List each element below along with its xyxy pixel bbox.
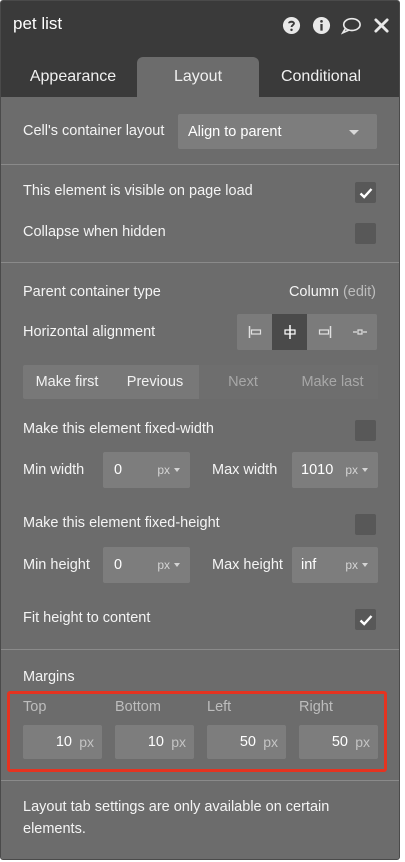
spread-button[interactable] bbox=[342, 314, 377, 350]
margins-highlight-box bbox=[7, 691, 387, 772]
fit-height-checkbox[interactable] bbox=[355, 609, 376, 630]
fixed-width-label: Make this element fixed-width bbox=[23, 421, 214, 437]
spread-icon bbox=[352, 329, 367, 335]
collapse-when-hidden-label: Collapse when hidden bbox=[23, 224, 166, 240]
parent-container-label: Parent container type bbox=[23, 284, 161, 300]
max-width-unit-select[interactable]: px bbox=[345, 463, 358, 477]
divider bbox=[1, 649, 399, 650]
next-button: Next bbox=[199, 365, 287, 399]
min-width-unit-select[interactable]: px bbox=[157, 463, 170, 477]
title-bar: pet list bbox=[1, 1, 399, 49]
max-width-input[interactable]: 1010 px bbox=[292, 452, 378, 488]
tab-appearance[interactable]: Appearance bbox=[9, 57, 137, 97]
divider bbox=[1, 262, 399, 263]
visible-on-load-checkbox[interactable] bbox=[355, 182, 376, 203]
chevron-down-icon bbox=[349, 130, 359, 135]
previous-button[interactable]: Previous bbox=[111, 365, 199, 399]
checkmark-icon bbox=[359, 187, 372, 199]
cell-layout-value: Align to parent bbox=[188, 123, 282, 140]
chevron-down-icon bbox=[174, 468, 180, 472]
min-width-input[interactable]: 0 px bbox=[103, 452, 190, 488]
help-icon[interactable] bbox=[281, 15, 301, 35]
min-height-input[interactable]: 0 px bbox=[103, 547, 190, 583]
fixed-height-label: Make this element fixed-height bbox=[23, 515, 220, 531]
align-right-icon bbox=[318, 326, 331, 338]
comment-icon[interactable] bbox=[341, 15, 361, 35]
panel-title: pet list bbox=[13, 14, 63, 33]
element-order-bar: Make first Previous Next Make last bbox=[23, 365, 378, 399]
align-left-icon bbox=[248, 326, 261, 338]
cell-layout-label: Cell's container layout bbox=[23, 123, 165, 139]
tab-conditional[interactable]: Conditional bbox=[259, 57, 383, 97]
align-center-button[interactable] bbox=[272, 314, 307, 350]
align-left-button[interactable] bbox=[237, 314, 272, 350]
max-height-input[interactable]: inf px bbox=[292, 547, 378, 583]
property-editor-panel: pet list Appearance Layout Conditional C… bbox=[0, 0, 400, 860]
max-height-placeholder: inf bbox=[301, 557, 317, 573]
make-first-button[interactable]: Make first bbox=[23, 365, 111, 399]
max-height-unit-select[interactable]: px bbox=[345, 558, 358, 572]
title-icons bbox=[281, 15, 391, 35]
fixed-width-checkbox[interactable] bbox=[355, 420, 376, 441]
info-icon[interactable] bbox=[311, 15, 331, 35]
close-icon[interactable] bbox=[371, 15, 391, 35]
max-width-label: Max width bbox=[212, 462, 278, 478]
make-last-button: Make last bbox=[287, 365, 378, 399]
min-width-value: 0 bbox=[114, 462, 123, 478]
tab-layout[interactable]: Layout bbox=[137, 57, 259, 97]
margins-title: Margins bbox=[23, 669, 75, 685]
min-height-unit-select[interactable]: px bbox=[157, 558, 170, 572]
min-width-label: Min width bbox=[23, 462, 85, 478]
tab-bar: Appearance Layout Conditional bbox=[1, 49, 399, 97]
align-center-icon bbox=[283, 325, 296, 339]
parent-container-value: Column (edit) bbox=[289, 284, 376, 300]
min-height-value: 0 bbox=[114, 557, 123, 573]
horizontal-alignment-group bbox=[237, 314, 377, 350]
chevron-down-icon bbox=[174, 563, 180, 567]
max-width-value: 1010 bbox=[301, 462, 334, 478]
divider bbox=[1, 164, 399, 165]
edit-parent-link[interactable]: (edit) bbox=[343, 284, 376, 300]
cell-layout-dropdown[interactable]: Align to parent bbox=[178, 114, 377, 149]
parent-container-type: Column bbox=[288, 284, 339, 300]
align-right-button[interactable] bbox=[307, 314, 342, 350]
checkmark-icon bbox=[359, 614, 372, 626]
visible-on-load-label: This element is visible on page load bbox=[23, 183, 253, 199]
min-height-label: Min height bbox=[23, 557, 90, 573]
horizontal-alignment-label: Horizontal alignment bbox=[23, 324, 156, 340]
layout-tab-note: Layout tab settings are only available o… bbox=[23, 799, 330, 837]
max-height-label: Max height bbox=[212, 557, 283, 573]
collapse-when-hidden-checkbox[interactable] bbox=[355, 223, 376, 244]
chevron-down-icon bbox=[362, 563, 368, 567]
fit-height-label: Fit height to content bbox=[23, 610, 151, 626]
fixed-height-checkbox[interactable] bbox=[355, 514, 376, 535]
chevron-down-icon bbox=[362, 468, 368, 472]
divider bbox=[1, 780, 399, 781]
